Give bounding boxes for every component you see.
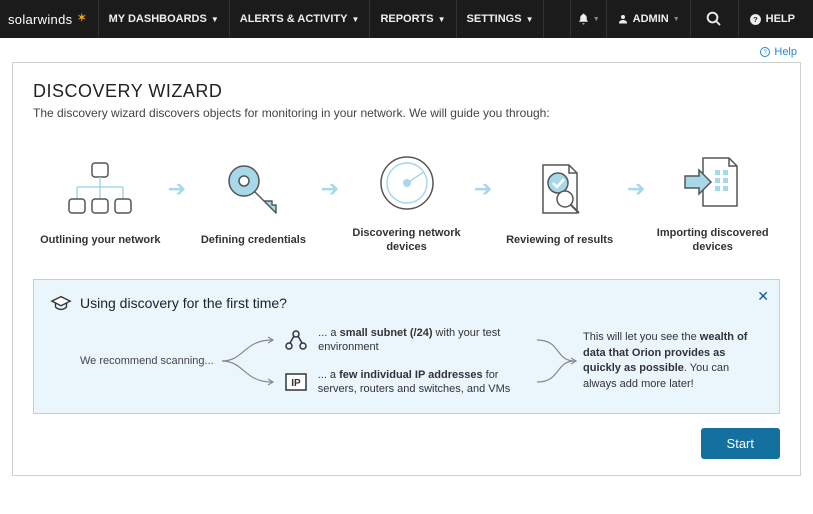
svg-text:?: ?	[764, 50, 768, 56]
chevron-down-icon: ▼	[211, 15, 219, 24]
chevron-down-icon: ▼	[593, 16, 600, 23]
first-time-tip: ✕ Using discovery for the first time? We…	[33, 279, 780, 414]
page-subtitle: The discovery wizard discovers objects f…	[33, 106, 780, 120]
review-document-icon	[529, 155, 591, 225]
close-tip-button[interactable]: ✕	[757, 288, 769, 305]
subnet-icon	[284, 328, 308, 352]
tip-recommend-text: We recommend scanning...	[50, 355, 214, 367]
brand-text: solarwinds	[8, 12, 72, 27]
arrow-icon: ➔	[470, 176, 496, 202]
step-credentials: Defining credentials	[190, 155, 317, 247]
branch-split-icon	[214, 326, 284, 396]
search-icon	[705, 10, 723, 28]
chevron-down-icon: ▼	[526, 15, 534, 24]
arrow-icon: ➔	[623, 176, 649, 202]
branch-merge-icon	[533, 326, 583, 396]
actions-row: Start	[33, 428, 780, 459]
graduation-cap-icon	[50, 294, 72, 312]
key-icon	[222, 155, 284, 225]
tip-title: Using discovery for the first time?	[50, 294, 763, 312]
arrow-icon: ➔	[317, 176, 343, 202]
nav-dashboards[interactable]: MY DASHBOARDS▼	[99, 0, 229, 38]
radar-icon	[376, 148, 438, 218]
help-link[interactable]: ? Help	[759, 46, 797, 58]
nav-alerts[interactable]: ALERTS & ACTIVITY▼	[230, 0, 370, 38]
top-nav: solarwinds ✶ MY DASHBOARDS▼ ALERTS & ACT…	[0, 0, 813, 38]
brand-logo[interactable]: solarwinds ✶	[8, 11, 88, 27]
chevron-down-icon: ▼	[673, 16, 680, 23]
discovery-wizard-card: DISCOVERY WIZARD The discovery wizard di…	[12, 62, 801, 476]
start-button[interactable]: Start	[701, 428, 780, 459]
svg-text:?: ?	[753, 15, 758, 24]
help-circle-icon: ?	[759, 46, 771, 58]
import-document-icon	[681, 148, 745, 218]
notifications-button[interactable]: ▼	[570, 0, 606, 38]
search-button[interactable]	[690, 0, 738, 38]
step-outlining: Outlining your network	[37, 155, 164, 247]
admin-menu[interactable]: ADMIN ▼	[606, 0, 690, 38]
bell-icon	[577, 12, 590, 26]
nav-reports[interactable]: REPORTS▼	[370, 0, 455, 38]
help-bar: ? Help	[0, 38, 813, 62]
help-icon: ?	[749, 13, 762, 26]
network-topology-icon	[65, 155, 135, 225]
steps-row: Outlining your network ➔ Defining creden…	[33, 148, 780, 255]
step-reviewing: Reviewing of results	[496, 155, 623, 247]
ip-icon: IP	[284, 370, 308, 394]
tip-result-text: This will let you see the wealth of data…	[583, 330, 763, 392]
step-discovering: Discovering network devices	[343, 148, 470, 255]
svg-text:IP: IP	[291, 378, 301, 389]
step-importing: Importing discovered devices	[649, 148, 776, 255]
page-title: DISCOVERY WIZARD	[33, 81, 780, 102]
user-icon	[617, 13, 629, 25]
nav-settings[interactable]: SETTINGS▼	[457, 0, 544, 38]
brand-icon: ✶	[76, 10, 87, 26]
tip-option-subnet: ... a small subnet (/24) with your test …	[284, 326, 533, 355]
chevron-down-icon: ▼	[438, 15, 446, 24]
arrow-icon: ➔	[164, 176, 190, 202]
chevron-down-icon: ▼	[352, 15, 360, 24]
nav-help[interactable]: ? HELP	[738, 0, 805, 38]
tip-option-ip: IP ... a few individual IP addresses for…	[284, 368, 533, 397]
